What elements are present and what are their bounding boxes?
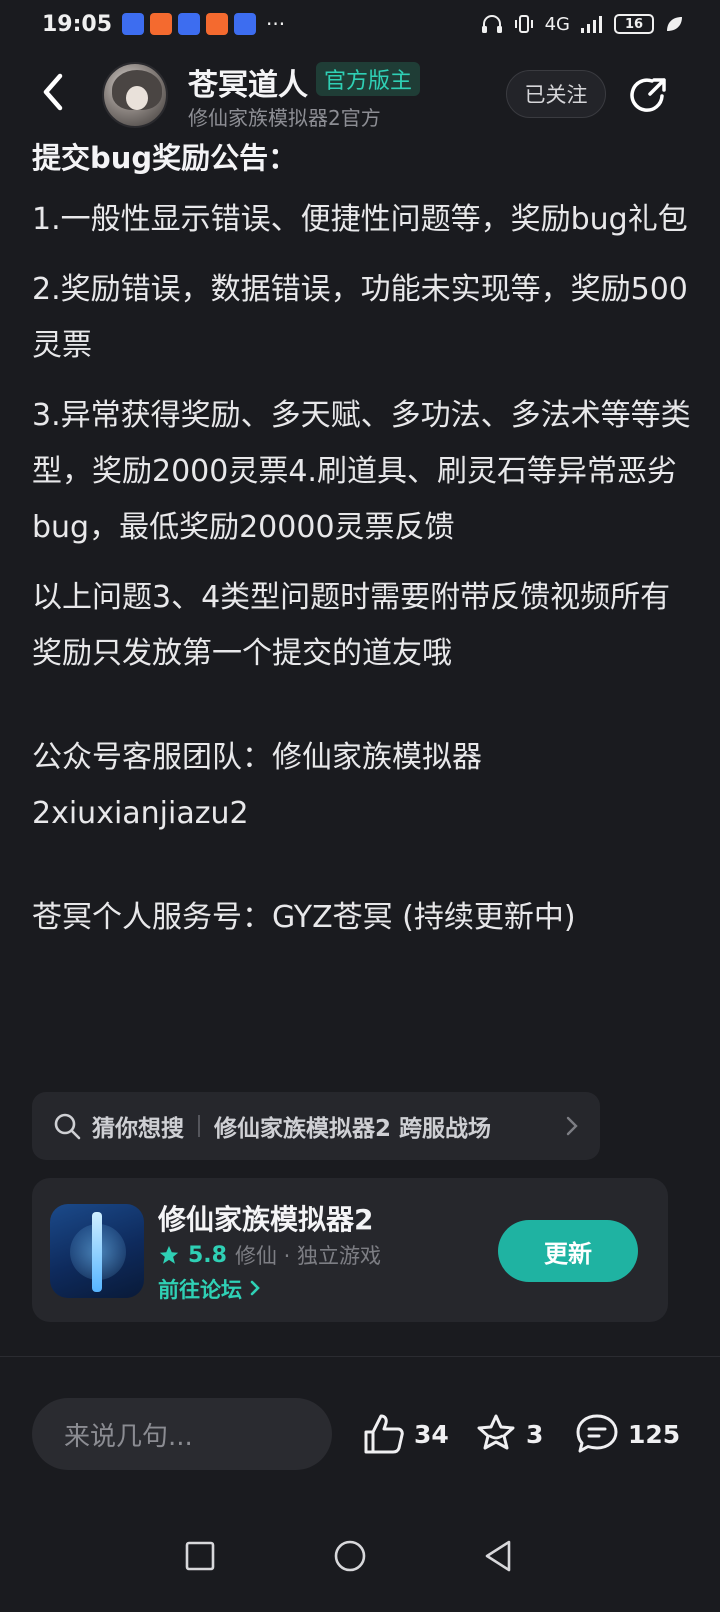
recent-apps-button[interactable] [172,1528,228,1584]
app-notification-icon [234,13,257,35]
system-status-icons: 4G 16 [481,14,684,35]
author-subtitle: 修仙家族模拟器2官方 [188,106,381,130]
suggestion-label: 猜你想搜 [92,1116,184,1142]
divider [0,1356,720,1357]
suggestion-query: 修仙家族模拟器2 跨服战场 [214,1116,492,1142]
author-name[interactable]: 苍冥道人 [188,60,308,104]
chevron-right-icon [251,1280,261,1296]
circle-icon [334,1540,366,1572]
square-icon [185,1541,215,1571]
post-header: 苍冥道人 官方版主 修仙家族模拟器2官方 已关注 [0,52,720,136]
game-name[interactable]: 修仙家族模拟器2 [158,1198,373,1238]
favorite-button[interactable]: 3 [474,1408,543,1460]
thumbs-up-icon [364,1414,404,1454]
network-type-label: 4G [544,13,570,35]
game-app-icon[interactable] [50,1204,144,1298]
signal-icon [580,14,604,34]
leaf-icon [664,14,684,34]
app-notification-icon [178,13,201,35]
star-icon [159,1245,179,1264]
suggestion-divider [198,1115,200,1137]
game-rating: 5.8 [188,1242,227,1268]
app-notification-icon [206,13,229,35]
share-button[interactable] [626,72,672,118]
forum-link-label: 前往论坛 [158,1278,242,1302]
comment-count: 125 [628,1419,681,1449]
notification-icons: ··· [122,12,285,36]
comment-input[interactable]: 来说几句... [32,1398,332,1470]
back-nav-button[interactable] [470,1528,526,1584]
update-button[interactable]: 更新 [498,1220,638,1282]
vibrate-icon [513,14,535,34]
like-count: 34 [414,1419,449,1449]
comment-bubble-icon [576,1414,618,1453]
favorite-count: 3 [526,1419,544,1449]
post-paragraph: 3.异常获得奖励、多天赋、多功法、多法术等等类型，奖励2000灵票4.刷道具、刷… [32,398,691,545]
post-paragraph: 公众号客服团队：修仙家族模拟器2xiuxianjiazu2 [32,740,482,831]
app-notification-icon [122,13,145,35]
post-paragraph: 2.奖励错误，数据错误，功能未实现等，奖励500灵票 [32,272,688,363]
game-meta: 5.8 修仙 · 独立游戏 [158,1240,381,1270]
star-outline-icon [477,1414,515,1450]
share-icon [630,78,666,112]
post-paragraph: 苍冥个人服务号：GYZ苍冥 (持续更新中) [32,900,576,935]
app-notification-icon [150,13,173,35]
follow-button[interactable]: 已关注 [506,70,606,118]
like-button[interactable]: 34 [362,1408,449,1460]
post-paragraph: 以上问题3、4类型问题时需要附带反馈视频所有奖励只发放第一个提交的道友哦 [32,580,671,671]
game-card[interactable]: 修仙家族模拟器2 5.8 修仙 · 独立游戏 前往论坛 更新 [32,1178,668,1322]
game-tags: 修仙 · 独立游戏 [234,1244,382,1268]
headphones-icon [481,14,503,34]
chevron-left-icon [43,73,63,111]
triangle-back-icon [485,1540,511,1572]
status-time: 19:05 [42,11,113,37]
post-body: 提交bug奖励公告： 1.一般性显示错误、便捷性问题等，奖励bug礼包 2.奖励… [32,138,692,946]
home-button[interactable] [322,1528,378,1584]
chevron-right-icon [566,1116,578,1136]
app-root: 19:05 ··· 4G 16 苍冥道人 官方版主 修仙家族模拟器2官方 已关注… [0,0,720,1612]
post-paragraph: 1.一般性显示错误、便捷性问题等，奖励bug礼包 [32,202,688,237]
back-button[interactable] [30,70,74,114]
post-title: 提交bug奖励公告： [32,141,298,175]
comment-button[interactable]: 125 [574,1408,680,1460]
author-role-badge: 官方版主 [316,62,421,96]
forum-link[interactable]: 前往论坛 [158,1274,261,1304]
author-avatar[interactable] [102,62,168,128]
more-notifications-indicator: ··· [266,12,286,36]
search-suggestion[interactable]: 猜你想搜 修仙家族模拟器2 跨服战场 [32,1092,600,1160]
battery-icon: 16 [614,14,654,34]
system-navigation-bar [0,1500,720,1612]
search-icon [54,1113,81,1140]
status-bar: 19:05 ··· 4G 16 [0,0,720,48]
